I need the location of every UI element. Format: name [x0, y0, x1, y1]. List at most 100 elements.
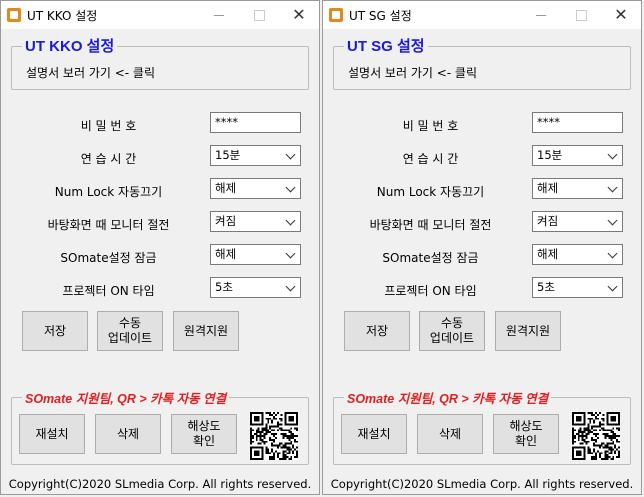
password-input[interactable]: **** [532, 112, 623, 133]
save-button[interactable]: 저장 [22, 311, 88, 351]
manual-update-line1: 수동 [118, 316, 142, 330]
projector-label: 프로젝터 ON 타임 [62, 284, 155, 298]
monitor-off-label: 바탕화면 때 모니터 절전 [369, 218, 492, 232]
monitor-off-value: 켜짐 [537, 214, 559, 228]
reinstall-label: 재설치 [357, 426, 391, 441]
remote-support-button[interactable]: 원격지원 [173, 311, 239, 351]
practice-time-label: 연 습 시 간 [402, 152, 459, 166]
group-title: UT SG 설정 [344, 35, 428, 56]
resolution-check-button[interactable]: 해상도 확인 [171, 414, 237, 454]
practice-time-value: 15분 [537, 148, 563, 162]
maximize-icon [561, 1, 601, 29]
monitor-off-label: 바탕화면 때 모니터 절전 [47, 218, 170, 232]
app-icon [7, 8, 21, 22]
delete-label: 삭제 [438, 426, 462, 441]
somate-lock-select[interactable]: 해제 [532, 244, 623, 265]
settings-group: UT KKO 설정 설명서 보러 가기 <- 클릭 [11, 35, 309, 90]
chevron-down-icon [285, 182, 296, 193]
manual-link[interactable]: 설명서 보러 가기 <- 클릭 [26, 64, 155, 81]
reinstall-button[interactable]: 재설치 [19, 414, 85, 454]
settings-group: UT SG 설정 설명서 보러 가기 <- 클릭 [333, 35, 631, 90]
practice-time-select[interactable]: 15분 [532, 145, 623, 166]
app-icon [329, 8, 343, 22]
chevron-down-icon [607, 215, 618, 226]
monitor-off-value: 켜짐 [215, 214, 237, 228]
close-icon[interactable]: ✕ [279, 1, 319, 29]
title-bar[interactable]: UT SG 설정 ✕ [323, 1, 641, 29]
delete-button[interactable]: 삭제 [95, 414, 161, 454]
somate-lock-value: 해제 [537, 247, 559, 261]
numlock-label: Num Lock 자동끄기 [376, 185, 485, 199]
practice-time-value: 15분 [215, 148, 241, 162]
remote-support-label: 원격지원 [505, 323, 551, 338]
support-group: SOmate 지원팀, QR > 카톡 자동 연결 재설치 삭제 해상도 확인 [11, 388, 309, 465]
chevron-down-icon [285, 149, 296, 160]
projector-value: 5초 [215, 280, 233, 294]
resolution-check-button[interactable]: 해상도 확인 [493, 414, 559, 454]
practice-time-select[interactable]: 15분 [210, 145, 301, 166]
somate-lock-select[interactable]: 해제 [210, 244, 301, 265]
chevron-down-icon [607, 281, 618, 292]
remote-support-button[interactable]: 원격지원 [495, 311, 561, 351]
resolution-line1: 해상도 [509, 419, 543, 433]
chevron-down-icon [285, 215, 296, 226]
reinstall-button[interactable]: 재설치 [341, 414, 407, 454]
chevron-down-icon [607, 248, 618, 259]
delete-button[interactable]: 삭제 [417, 414, 483, 454]
save-button[interactable]: 저장 [344, 311, 410, 351]
chevron-down-icon [607, 182, 618, 193]
manual-update-button[interactable]: 수동 업데이트 [97, 311, 163, 351]
reinstall-label: 재설치 [35, 426, 69, 441]
projector-value: 5초 [537, 280, 555, 294]
manual-update-line2: 업데이트 [429, 331, 475, 345]
chevron-down-icon [607, 149, 618, 160]
remote-support-label: 원격지원 [183, 323, 229, 338]
support-group: SOmate 지원팀, QR > 카톡 자동 연결 재설치 삭제 해상도 확인 [333, 388, 631, 465]
resolution-line2: 확인 [514, 434, 538, 448]
somate-lock-label: SOmate설정 잠금 [382, 251, 479, 265]
window-title: UT SG 설정 [349, 9, 412, 23]
resolution-line1: 해상도 [187, 419, 221, 433]
minimize-icon[interactable] [521, 1, 561, 29]
settings-window-kko: UT KKO 설정 ✕ UT KKO 설정 설명서 보러 가기 <- 클릭 비 … [0, 0, 320, 495]
save-button-label: 저장 [365, 323, 389, 338]
window-title: UT KKO 설정 [27, 9, 98, 23]
title-bar[interactable]: UT KKO 설정 ✕ [1, 1, 319, 29]
password-input[interactable]: **** [210, 112, 301, 133]
projector-label: 프로젝터 ON 타임 [384, 284, 477, 298]
delete-label: 삭제 [116, 426, 140, 441]
group-title: UT KKO 설정 [22, 35, 118, 56]
numlock-value: 해제 [537, 181, 559, 195]
chevron-down-icon [285, 281, 296, 292]
copyright-text: Copyright(C)2020 SLmedia Corp. All right… [330, 477, 634, 491]
password-label: 비 밀 번 호 [80, 119, 137, 133]
close-icon[interactable]: ✕ [601, 1, 641, 29]
maximize-icon [239, 1, 279, 29]
qr-code[interactable] [572, 412, 620, 460]
numlock-select[interactable]: 해제 [532, 178, 623, 199]
numlock-select[interactable]: 해제 [210, 178, 301, 199]
chevron-down-icon [285, 248, 296, 259]
support-title: SOmate 지원팀, QR > 카톡 자동 연결 [344, 388, 552, 407]
projector-select[interactable]: 5초 [532, 277, 623, 298]
numlock-label: Num Lock 자동끄기 [54, 185, 163, 199]
qr-code[interactable] [250, 412, 298, 460]
manual-update-line1: 수동 [440, 316, 464, 330]
settings-window-sg: UT SG 설정 ✕ UT SG 설정 설명서 보러 가기 <- 클릭 비 밀 … [322, 0, 642, 495]
save-button-label: 저장 [43, 323, 67, 338]
monitor-off-select[interactable]: 켜짐 [210, 211, 301, 232]
minimize-icon[interactable] [199, 1, 239, 29]
somate-lock-label: SOmate설정 잠금 [60, 251, 157, 265]
manual-update-button[interactable]: 수동 업데이트 [419, 311, 485, 351]
manual-update-line2: 업데이트 [107, 331, 153, 345]
resolution-line2: 확인 [192, 434, 216, 448]
somate-lock-value: 해제 [215, 247, 237, 261]
support-title: SOmate 지원팀, QR > 카톡 자동 연결 [22, 388, 230, 407]
monitor-off-select[interactable]: 켜짐 [532, 211, 623, 232]
numlock-value: 해제 [215, 181, 237, 195]
projector-select[interactable]: 5초 [210, 277, 301, 298]
practice-time-label: 연 습 시 간 [80, 152, 137, 166]
copyright-text: Copyright(C)2020 SLmedia Corp. All right… [8, 477, 312, 491]
manual-link[interactable]: 설명서 보러 가기 <- 클릭 [348, 64, 477, 81]
password-label: 비 밀 번 호 [402, 119, 459, 133]
